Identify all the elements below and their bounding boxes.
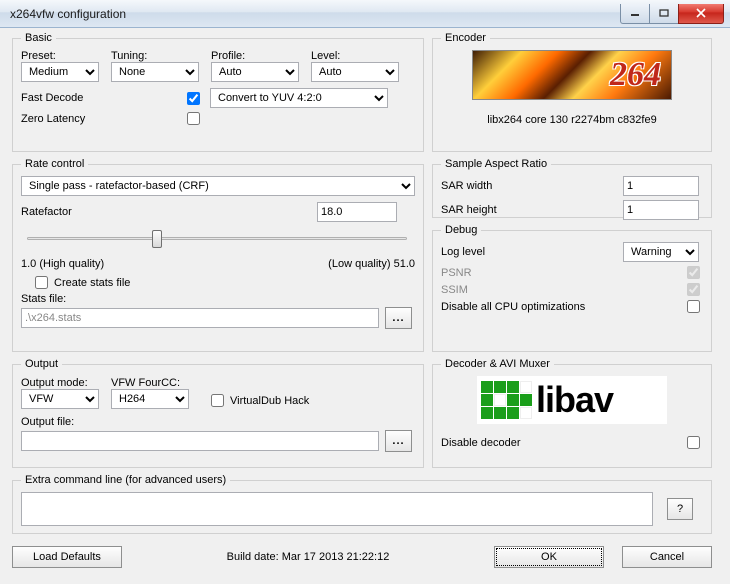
- ok-button[interactable]: OK: [494, 546, 604, 568]
- level-select[interactable]: Auto: [311, 62, 399, 82]
- titlebar: x264vfw configuration: [0, 0, 730, 28]
- stats-file-input[interactable]: [21, 308, 379, 328]
- encoder-version: libx264 core 130 r2274bm c832fe9: [441, 114, 703, 126]
- output-mode-label: Output mode:: [21, 377, 111, 389]
- tuning-select[interactable]: None: [111, 62, 199, 82]
- extra-legend: Extra command line (for advanced users): [21, 474, 230, 486]
- build-date-label: Build date: Mar 17 2013 21:22:12: [122, 551, 494, 563]
- basic-group: Basic Preset: Medium Tuning: None Profil…: [12, 32, 424, 152]
- tuning-label: Tuning:: [111, 50, 211, 62]
- slider-max-label: (Low quality) 51.0: [328, 258, 415, 270]
- encoder-legend: Encoder: [441, 32, 490, 44]
- psnr-checkbox: [687, 266, 700, 279]
- output-file-label: Output file:: [21, 416, 415, 428]
- debug-group: Debug Log level Warning PSNR SSIM Disabl…: [432, 224, 712, 352]
- level-label: Level:: [311, 50, 411, 62]
- debug-legend: Debug: [441, 224, 481, 236]
- vdub-hack-label: VirtualDub Hack: [230, 395, 309, 407]
- create-stats-checkbox[interactable]: [35, 276, 48, 289]
- window-title: x264vfw configuration: [10, 7, 621, 21]
- zero-latency-checkbox[interactable]: [187, 112, 200, 125]
- fourcc-select[interactable]: H264: [111, 389, 189, 409]
- sar-width-input[interactable]: [623, 176, 699, 196]
- disable-decoder-checkbox[interactable]: [687, 436, 700, 449]
- extra-cmd-group: Extra command line (for advanced users) …: [12, 474, 712, 534]
- fast-decode-label: Fast Decode: [21, 92, 187, 104]
- profile-select[interactable]: Auto: [211, 62, 299, 82]
- output-legend: Output: [21, 358, 62, 370]
- output-browse-button[interactable]: ...: [385, 430, 412, 452]
- profile-label: Profile:: [211, 50, 311, 62]
- psnr-label: PSNR: [441, 267, 687, 279]
- decoder-legend: Decoder & AVI Muxer: [441, 358, 554, 370]
- sar-height-input[interactable]: [623, 200, 699, 220]
- colorspace-select[interactable]: Convert to YUV 4:2:0: [210, 88, 388, 108]
- client-area: Basic Preset: Medium Tuning: None Profil…: [0, 28, 730, 584]
- ratefactor-input[interactable]: [317, 202, 397, 222]
- ratefactor-slider[interactable]: [27, 226, 407, 250]
- disable-cpu-checkbox[interactable]: [687, 300, 700, 313]
- sar-legend: Sample Aspect Ratio: [441, 158, 551, 170]
- ssim-checkbox: [687, 283, 700, 296]
- libav-logo: libav: [477, 376, 667, 424]
- slider-min-label: 1.0 (High quality): [21, 258, 328, 270]
- preset-select[interactable]: Medium: [21, 62, 99, 82]
- rate-legend: Rate control: [21, 158, 88, 170]
- stats-file-label: Stats file:: [21, 293, 415, 305]
- sar-width-label: SAR width: [441, 180, 623, 192]
- disable-cpu-label: Disable all CPU optimizations: [441, 301, 687, 313]
- basic-legend: Basic: [21, 32, 56, 44]
- stats-browse-button[interactable]: ...: [385, 307, 412, 329]
- loglevel-select[interactable]: Warning: [623, 242, 699, 262]
- rate-control-group: Rate control Single pass - ratefactor-ba…: [12, 158, 424, 352]
- rate-mode-select[interactable]: Single pass - ratefactor-based (CRF): [21, 176, 415, 196]
- ratefactor-label: Ratefactor: [21, 206, 317, 218]
- extra-cmd-textarea[interactable]: [21, 492, 653, 526]
- window-buttons: [621, 4, 724, 24]
- zero-latency-label: Zero Latency: [21, 113, 187, 125]
- minimize-button[interactable]: [620, 4, 650, 24]
- encoder-group: Encoder 264 libx264 core 130 r2274bm c83…: [432, 32, 712, 152]
- x264-logo: 264: [472, 50, 672, 100]
- decoder-group: Decoder & AVI Muxer libav Disable decode…: [432, 358, 712, 468]
- cancel-button[interactable]: Cancel: [622, 546, 712, 568]
- close-button[interactable]: [678, 4, 724, 24]
- output-group: Output Output mode: VFW VFW FourCC: H264…: [12, 358, 424, 468]
- maximize-button[interactable]: [649, 4, 679, 24]
- load-defaults-button[interactable]: Load Defaults: [12, 546, 122, 568]
- ssim-label: SSIM: [441, 284, 687, 296]
- loglevel-label: Log level: [441, 246, 623, 258]
- fast-decode-checkbox[interactable]: [187, 92, 200, 105]
- output-mode-select[interactable]: VFW: [21, 389, 99, 409]
- output-file-input[interactable]: [21, 431, 379, 451]
- preset-label: Preset:: [21, 50, 111, 62]
- fourcc-label: VFW FourCC:: [111, 377, 211, 389]
- sar-height-label: SAR height: [441, 204, 623, 216]
- vdub-hack-checkbox[interactable]: [211, 394, 224, 407]
- create-stats-label: Create stats file: [54, 277, 130, 289]
- disable-decoder-label: Disable decoder: [441, 437, 687, 449]
- extra-help-button[interactable]: ?: [667, 498, 693, 520]
- sar-group: Sample Aspect Ratio SAR width SAR height: [432, 158, 712, 218]
